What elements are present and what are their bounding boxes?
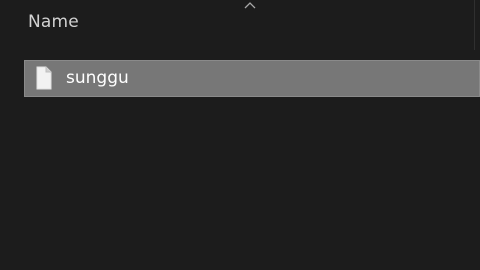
column-header-label: Name — [28, 12, 79, 32]
column-header-name[interactable]: Name — [0, 0, 478, 50]
file-list-pane: Name sunggu — [0, 0, 480, 270]
file-row[interactable]: sunggu — [24, 60, 480, 97]
column-divider[interactable] — [474, 0, 475, 50]
file-name: sunggu — [66, 68, 129, 88]
document-icon — [36, 66, 52, 90]
